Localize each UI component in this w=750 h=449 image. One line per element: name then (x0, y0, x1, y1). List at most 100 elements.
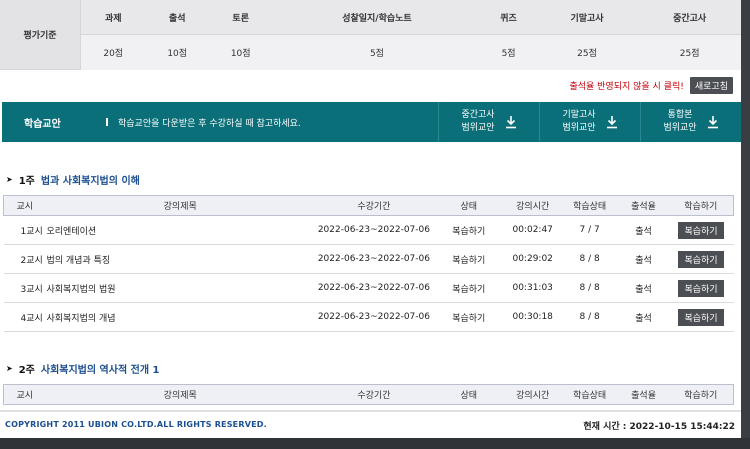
download-line2: 범위교안 (562, 123, 596, 133)
attendance-status: 출석 (618, 244, 669, 274)
vertical-scrollbar[interactable] (741, 0, 750, 438)
lecture-duration: 00:02:47 (504, 215, 561, 245)
eval-col-name: 기말고사 (535, 0, 639, 35)
eval-col-name: 과제 (80, 0, 146, 35)
download-line1: 기말고사 (562, 110, 596, 120)
lecture-table: 교시 강의제목 수강기간 상태 강의시간 학습상태 출석율 학습하기 (3, 384, 734, 405)
header-status: 상태 (432, 195, 505, 216)
lecture-duration: 00:29:02 (504, 244, 561, 274)
download-combined-materials[interactable]: 통합본범위교안 (640, 102, 741, 142)
chevron-right-icon: ➤ (6, 364, 13, 373)
period-no: 3교시 (3, 273, 46, 303)
current-time-value: 2022-10-15 15:44:22 (629, 422, 735, 432)
action-cell: 복습하기 (668, 302, 734, 332)
action-cell: 복습하기 (668, 215, 734, 245)
header-title: 강의제목 (45, 195, 315, 216)
attendance-status: 출석 (618, 215, 669, 245)
lecture-title[interactable]: 오리엔테이션 (45, 215, 315, 245)
learning-progress: 8 / 8 (560, 302, 619, 332)
lecture-period: 2022-06-23~2022-07-06 (314, 244, 433, 274)
lecture-status: 복습하기 (432, 244, 505, 274)
eval-col-name: 토론 (208, 0, 273, 35)
eval-col-score: 25점 (679, 48, 700, 59)
header-period-no: 교시 (3, 195, 46, 216)
lecture-status: 복습하기 (432, 302, 505, 332)
download-icon (606, 115, 618, 129)
footer: COPYRIGHT 2011 UBION CO.LTD.ALL RIGHTS R… (0, 410, 741, 438)
review-button[interactable]: 복습하기 (678, 279, 724, 297)
download-line2: 범위교안 (461, 123, 495, 133)
copyright-text: COPYRIGHT 2011 UBION CO.LTD.ALL RIGHTS R… (5, 420, 267, 429)
current-time-label: 현재 시간 : (583, 422, 627, 432)
lecture-title[interactable]: 사회복지법의 법원 (45, 273, 315, 303)
download-final-materials[interactable]: 기말고사범위교안 (539, 102, 640, 142)
review-button[interactable]: 복습하기 (678, 308, 724, 326)
eval-col-score: 5점 (501, 48, 516, 59)
materials-bar: 학습교안 학습교안을 다운받은 후 수강하실 때 참고하세요. 중간고사범위교안… (2, 102, 741, 142)
week-heading: ➤ 2주 사회복지법의 역사적 전개 1 (6, 361, 159, 376)
lecture-duration: 00:30:18 (504, 302, 561, 332)
week-heading: ➤ 1주 법과 사회복지법의 이해 (6, 172, 140, 187)
evaluation-label: 평가기준 (0, 0, 81, 70)
eval-col-score: 20점 (103, 48, 124, 59)
header-lecture-time: 강의시간 (504, 384, 561, 405)
download-midterm-materials[interactable]: 중간고사범위교안 (438, 102, 539, 142)
attendance-notice: 출석율 반영되지 않을 시 클릭! 새로고침 (569, 77, 733, 94)
attendance-status: 출석 (618, 273, 669, 303)
header-action: 학습하기 (668, 195, 734, 216)
period-no: 4교시 (3, 302, 46, 332)
page: 평가기준 과제 출석 토론 성찰일지/학습노트 퀴즈 기말고사 중간고사 20점… (0, 0, 741, 438)
materials-title: 학습교안 (24, 118, 61, 130)
period-no: 2교시 (3, 244, 46, 274)
attendance-status: 출석 (618, 302, 669, 332)
lecture-status: 복습하기 (432, 215, 505, 245)
current-time: 현재 시간 : 2022-10-15 15:44:22 (583, 419, 735, 432)
lecture-status: 복습하기 (432, 273, 505, 303)
header-duration-range: 수강기간 (315, 384, 433, 405)
eval-col-score: 5점 (369, 48, 384, 59)
header-attendance: 출석율 (618, 384, 669, 405)
header-status: 상태 (432, 384, 505, 405)
learning-progress: 7 / 7 (560, 215, 619, 245)
bottom-frame-bar (0, 438, 750, 449)
eval-col-name: 성찰일지/학습노트 (272, 0, 482, 35)
refresh-button[interactable]: 새로고침 (689, 77, 733, 94)
eval-col-score: 25점 (577, 48, 597, 59)
learning-progress: 8 / 8 (560, 244, 619, 274)
materials-description: 학습교안을 다운받은 후 수강하실 때 참고하세요. (118, 118, 301, 129)
action-cell: 복습하기 (668, 273, 734, 303)
download-line1: 중간고사 (461, 110, 495, 120)
eval-col-score: 10점 (230, 48, 251, 59)
lecture-period: 2022-06-23~2022-07-06 (314, 215, 433, 245)
week-number: 1주 (18, 176, 35, 187)
header-title: 강의제목 (45, 384, 316, 405)
header-action: 학습하기 (668, 384, 734, 405)
lecture-period: 2022-06-23~2022-07-06 (314, 302, 433, 332)
table-row: 2교시 법의 개념과 특징 2022-06-23~2022-07-06 복습하기… (3, 244, 734, 274)
attendance-notice-text[interactable]: 출석율 반영되지 않을 시 클릭! (569, 79, 683, 92)
table-row: 1교시 오리엔테이션 2022-06-23~2022-07-06 복습하기 00… (3, 215, 734, 245)
period-no: 1교시 (3, 215, 46, 245)
lecture-period: 2022-06-23~2022-07-06 (314, 273, 433, 303)
download-icon (707, 115, 719, 129)
header-attendance: 출석율 (618, 195, 669, 216)
eval-col-name: 퀴즈 (481, 0, 536, 35)
header-learning-status: 학습상태 (560, 195, 619, 216)
chevron-right-icon: ➤ (6, 175, 13, 184)
lecture-duration: 00:31:03 (504, 273, 561, 303)
action-cell: 복습하기 (668, 244, 734, 274)
header-period-no: 교시 (3, 384, 46, 405)
week-number: 2주 (18, 365, 35, 376)
download-line2: 범위교안 (663, 123, 697, 133)
header-duration-range: 수강기간 (314, 195, 433, 216)
lecture-title[interactable]: 사회복지법의 개념 (45, 302, 315, 332)
download-line1: 통합본 (667, 110, 693, 120)
lecture-title[interactable]: 법의 개념과 특징 (45, 244, 315, 274)
table-row: 3교시 사회복지법의 법원 2022-06-23~2022-07-06 복습하기… (3, 273, 734, 303)
review-button[interactable]: 복습하기 (678, 221, 724, 239)
review-button[interactable]: 복습하기 (678, 250, 724, 268)
download-icon (505, 115, 517, 129)
header-lecture-time: 강의시간 (504, 195, 561, 216)
lecture-table: 교시 강의제목 수강기간 상태 강의시간 학습상태 출석율 학습하기 1교시 오… (3, 195, 734, 332)
materials-divider (106, 118, 108, 126)
